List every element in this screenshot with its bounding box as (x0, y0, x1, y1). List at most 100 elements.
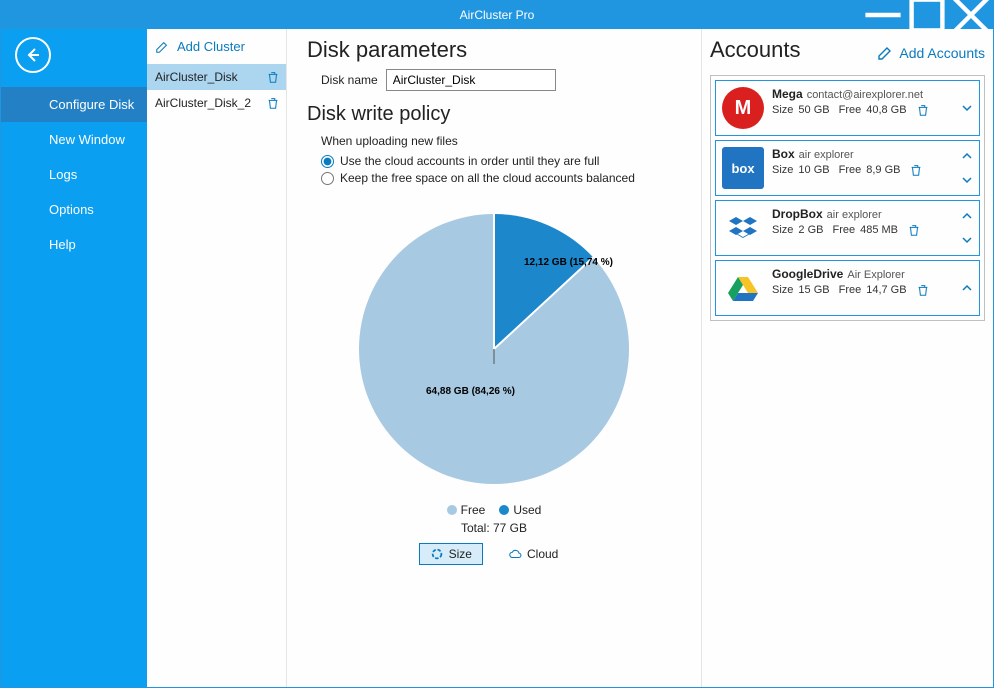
chevron-down-icon[interactable] (961, 174, 973, 186)
maximize-button[interactable] (905, 1, 949, 29)
total-label: Total: 77 GB (461, 521, 527, 535)
legend-dot-used (499, 505, 509, 515)
policy-radio-order[interactable] (321, 155, 334, 168)
free-label: Free (839, 164, 862, 176)
cloud-icon (508, 547, 522, 561)
account-user: contact@airexplorer.net (807, 89, 923, 101)
policy-option-label: Keep the free space on all the cloud acc… (340, 171, 635, 185)
cluster-item[interactable]: AirCluster_Disk_2 (147, 90, 286, 116)
size-label: Size (772, 164, 793, 176)
add-accounts-label: Add Accounts (899, 45, 985, 61)
free-label: Free (839, 104, 862, 116)
account-body: GoogleDriveAir Explorer Size15 GB Free14… (772, 267, 951, 309)
chevron-up-icon[interactable] (961, 282, 973, 294)
mega-icon: M (722, 87, 764, 129)
chevron-up-icon[interactable] (961, 150, 973, 162)
size-value: 15 GB (798, 284, 829, 296)
policy-option-balanced[interactable]: Keep the free space on all the cloud acc… (321, 171, 681, 185)
legend-dot-free (447, 505, 457, 515)
main-panel: Disk parameters Disk name Disk write pol… (287, 29, 701, 687)
account-card-dropbox[interactable]: DropBox air explorer Size 2 GB Free 485 MB (715, 200, 980, 256)
window-controls (861, 1, 993, 29)
close-button[interactable] (949, 1, 993, 29)
toggle-cloud-label: Cloud (527, 547, 558, 561)
policy-radio-balanced[interactable] (321, 172, 334, 185)
back-button[interactable] (15, 37, 51, 73)
box-icon: box (722, 147, 764, 189)
nav-help[interactable]: Help (1, 227, 147, 262)
legend-used: Used (499, 503, 541, 517)
content: Configure Disk New Window Logs Options H… (1, 29, 993, 687)
trash-icon[interactable] (916, 283, 930, 297)
legend-used-label: Used (513, 503, 541, 517)
nav-new-window[interactable]: New Window (1, 122, 147, 157)
add-cluster-button[interactable]: Add Cluster (147, 29, 286, 64)
policy-option-label: Use the cloud accounts in order until th… (340, 154, 599, 168)
googledrive-icon (722, 267, 764, 309)
size-value: 10 GB (798, 164, 829, 176)
account-user: air explorer (799, 149, 854, 161)
toggle-cloud[interactable]: Cloud (497, 543, 569, 565)
trash-icon[interactable] (909, 163, 923, 177)
legend-free: Free (447, 503, 486, 517)
size-label: Size (772, 224, 793, 236)
size-value: 2 GB (798, 224, 823, 236)
cluster-name: AirCluster_Disk_2 (155, 96, 251, 110)
sidebar: Configure Disk New Window Logs Options H… (1, 29, 147, 687)
add-accounts-button[interactable]: Add Accounts (877, 45, 985, 61)
trash-icon[interactable] (266, 70, 280, 84)
pencil-icon (877, 45, 893, 61)
nav-configure-disk[interactable]: Configure Disk (1, 87, 147, 122)
account-body: Box air explorer Size 10 GB Free 8,9 GB (772, 147, 951, 189)
trash-icon[interactable] (266, 96, 280, 110)
free-value: 8,9 GB (866, 164, 900, 176)
arrow-left-icon (25, 47, 41, 63)
minimize-button[interactable] (861, 1, 905, 29)
trash-icon[interactable] (916, 103, 930, 117)
account-body: Mega contact@airexplorer.net Size 50 GB Fr… (772, 87, 951, 129)
account-body: DropBox air explorer Size 2 GB Free 485 MB (772, 207, 951, 249)
toggle-size[interactable]: Size (419, 543, 483, 565)
account-card-box[interactable]: box Box air explorer Size 10 GB Free 8,9 GB (715, 140, 980, 196)
policy-subhead: When uploading new files (321, 134, 681, 148)
chart-legend: Free Used (447, 503, 542, 517)
account-name: DropBox (772, 207, 823, 221)
free-label: Free (832, 224, 855, 236)
titlebar: AirCluster Pro (1, 1, 993, 29)
nav-logs[interactable]: Logs (1, 157, 147, 192)
free-value: 485 MB (860, 224, 898, 236)
accounts-title: Accounts (710, 37, 801, 63)
pencil-icon (155, 40, 169, 54)
nav-options[interactable]: Options (1, 192, 147, 227)
chevron-up-icon[interactable] (961, 210, 973, 222)
account-name: Box (772, 147, 795, 161)
params-title: Disk parameters (307, 37, 681, 63)
chevron-down-icon[interactable] (961, 234, 973, 246)
account-card-googledrive[interactable]: GoogleDriveAir Explorer Size15 GB Free14… (715, 260, 980, 316)
size-label: Size (772, 104, 793, 116)
view-toggle: Size Cloud (419, 543, 570, 565)
size-value: 50 GB (798, 104, 829, 116)
size-label: Size (772, 284, 793, 296)
accounts-panel: Accounts Add Accounts M Mega contact@aire… (701, 29, 993, 687)
account-user: Air Explorer (847, 269, 904, 281)
cluster-name: AirCluster_Disk (155, 70, 238, 84)
accounts-list: M Mega contact@airexplorer.net Size 50 GB … (710, 75, 985, 321)
app-window: AirCluster Pro Configure Disk New Window… (0, 0, 994, 688)
chevron-down-icon[interactable] (961, 102, 973, 114)
add-cluster-label: Add Cluster (177, 39, 245, 54)
pie-used-label: 12,12 GB (15,74 %) (524, 257, 613, 268)
cluster-item[interactable]: AirCluster_Disk (147, 64, 286, 90)
account-card-mega[interactable]: M Mega contact@airexplorer.net Size 50 GB … (715, 80, 980, 136)
policy-option-order[interactable]: Use the cloud accounts in order until th… (321, 154, 681, 168)
account-user: air explorer (827, 209, 882, 221)
app-title: AirCluster Pro (460, 8, 535, 22)
pie-chart-wrap: 12,12 GB (15,74 %) 64,88 GB (84,26 %) Fr… (307, 199, 681, 565)
disk-name-input[interactable] (386, 69, 556, 91)
pie-chart: 12,12 GB (15,74 %) 64,88 GB (84,26 %) (344, 199, 644, 499)
legend-free-label: Free (461, 503, 486, 517)
account-name: Mega (772, 87, 803, 101)
free-value: 14,7 GB (866, 284, 906, 296)
free-label: Free (839, 284, 862, 296)
trash-icon[interactable] (907, 223, 921, 237)
